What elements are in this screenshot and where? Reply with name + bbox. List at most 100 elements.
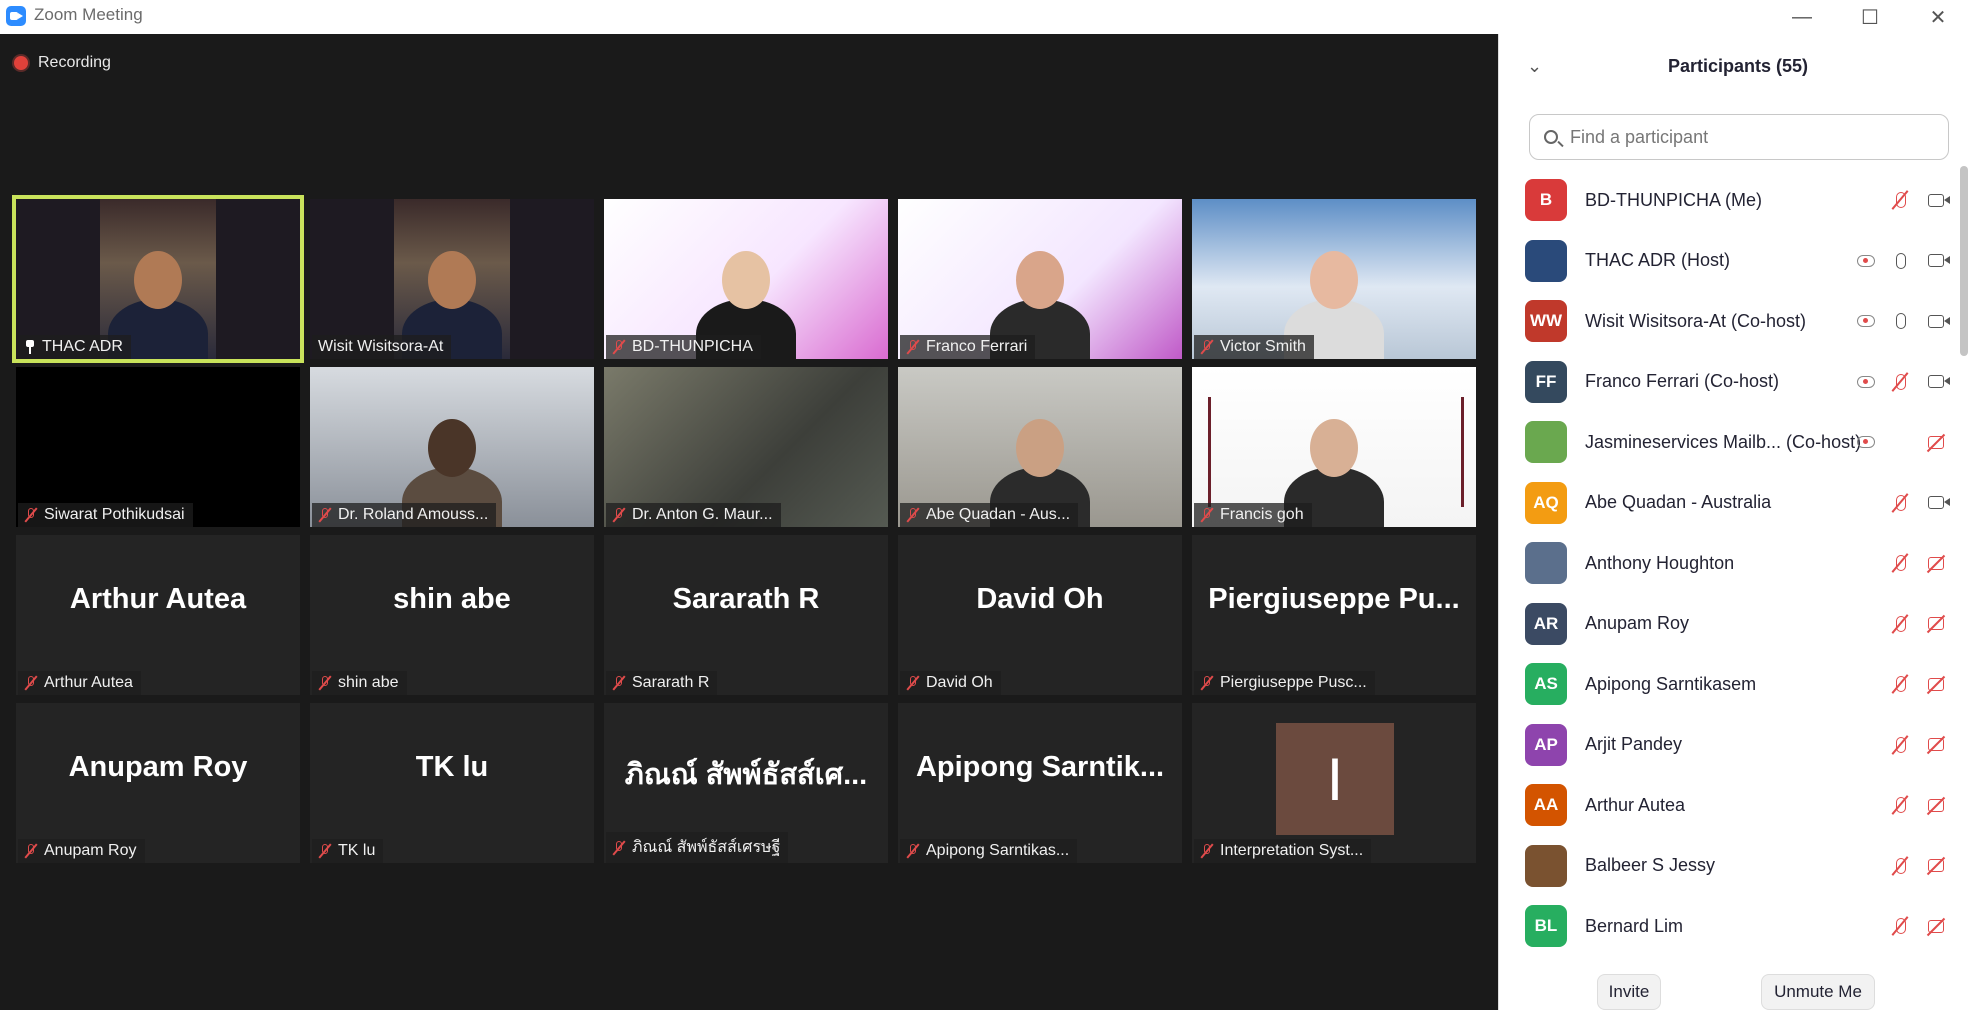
video-tile[interactable]: TK lu TK lu xyxy=(310,703,594,863)
video-tile[interactable]: I Interpretation Syst... xyxy=(1192,703,1476,863)
participant-name-label: Piergiuseppe Pusc... xyxy=(1194,671,1375,695)
video-tile[interactable]: David Oh David Oh xyxy=(898,535,1182,695)
mic-muted-icon[interactable] xyxy=(1888,792,1914,818)
video-tile[interactable]: shin abe shin abe xyxy=(310,535,594,695)
participant-row[interactable]: Balbeer S Jessy xyxy=(1499,836,1961,896)
avatar xyxy=(1525,844,1567,887)
mic-muted-icon[interactable] xyxy=(1888,369,1914,395)
mic-muted-icon[interactable] xyxy=(1888,732,1914,758)
video-tile[interactable]: Francis goh xyxy=(1192,367,1476,527)
participant-row[interactable]: AS Apipong Sarntikasem xyxy=(1499,654,1961,714)
video-off-icon[interactable] xyxy=(1923,913,1949,939)
video-camera-icon[interactable] xyxy=(1923,187,1950,213)
participant-name: Abe Quadan - Australia xyxy=(1585,492,1772,512)
video-off-icon[interactable] xyxy=(1923,732,1949,758)
participant-row[interactable]: THAC ADR (Host) xyxy=(1499,231,1961,291)
avatar: AA xyxy=(1525,784,1567,826)
video-tile[interactable]: Victor Smith xyxy=(1192,199,1476,359)
participant-row[interactable]: Jasmineservices Mailb... (Co-host) xyxy=(1499,412,1961,472)
video-tile[interactable]: Dr. Anton G. Maur... xyxy=(604,367,888,527)
search-input[interactable] xyxy=(1568,125,1932,149)
avatar xyxy=(1525,542,1567,584)
mic-muted-icon[interactable] xyxy=(1888,853,1914,879)
participant-row[interactable]: Anthony Houghton xyxy=(1499,533,1961,593)
mic-muted-icon xyxy=(1200,843,1214,859)
participant-search[interactable] xyxy=(1529,114,1949,160)
avatar: FF xyxy=(1525,360,1567,403)
participant-name-label: Sararath R xyxy=(606,671,718,695)
microphone-icon[interactable] xyxy=(1888,248,1914,274)
avatar: BL xyxy=(1525,905,1567,947)
participant-name-text: Anupam Roy xyxy=(44,842,137,859)
mic-muted-icon[interactable] xyxy=(1888,187,1914,213)
microphone-icon[interactable] xyxy=(1888,308,1914,334)
video-off-icon[interactable] xyxy=(1923,550,1949,576)
participant-row[interactable]: AP Arjit Pandey xyxy=(1499,715,1961,775)
avatar: B xyxy=(1525,179,1567,221)
video-camera-icon[interactable] xyxy=(1923,248,1950,274)
video-tile[interactable]: ภิณณ์ สัพพ์ธัสส์เศ... ภิณณ์ สัพพ์ธัสส์เศร… xyxy=(604,703,888,863)
participant-row[interactable]: AA Arthur Autea xyxy=(1499,775,1961,835)
mic-muted-icon xyxy=(612,675,626,691)
participant-name: THAC ADR (Host) xyxy=(1585,250,1731,270)
video-off-icon[interactable] xyxy=(1923,611,1949,637)
video-off-icon[interactable] xyxy=(1923,853,1949,879)
mic-muted-icon[interactable] xyxy=(1888,913,1914,939)
video-camera-icon[interactable] xyxy=(1923,369,1950,395)
video-tile[interactable]: Siwarat Pothikudsai xyxy=(16,367,300,527)
participant-row[interactable]: FF Franco Ferrari (Co-host) xyxy=(1499,352,1961,412)
participant-name-text: THAC ADR xyxy=(42,338,123,355)
participant-name-text: Interpretation Syst... xyxy=(1220,842,1364,859)
participant-name: Franco Ferrari (Co-host) xyxy=(1585,371,1780,391)
video-tile[interactable]: Franco Ferrari xyxy=(898,199,1182,359)
video-gallery: Recording THAC ADR Wisit Wisitsora-At BD-T… xyxy=(0,34,1498,1010)
video-tile[interactable]: Apipong Sarntik... Apipong Sarntikas... xyxy=(898,703,1182,863)
video-tile[interactable]: Arthur Autea Arthur Autea xyxy=(16,535,300,695)
mic-muted-icon[interactable] xyxy=(1888,490,1914,516)
participant-display-name: Sararath R xyxy=(672,583,820,615)
invite-button[interactable]: Invite xyxy=(1597,974,1661,1010)
participant-name: Bernard Lim xyxy=(1585,915,1684,936)
video-tile[interactable]: Anupam Roy Anupam Roy xyxy=(16,703,300,863)
recording-indicator[interactable]: Recording xyxy=(14,54,111,72)
title-bar: Zoom Meeting — ☐ ✕ xyxy=(0,0,1976,35)
minimize-button[interactable]: — xyxy=(1772,0,1832,34)
participant-name-label: Wisit Wisitsora-At xyxy=(312,335,452,359)
video-off-icon[interactable] xyxy=(1923,671,1949,697)
video-camera-icon[interactable] xyxy=(1923,490,1950,516)
participant-row[interactable]: AQ Abe Quadan - Australia xyxy=(1499,473,1961,533)
video-camera-icon[interactable] xyxy=(1923,308,1950,334)
video-tile[interactable]: Wisit Wisitsora-At xyxy=(310,199,594,359)
video-tile[interactable]: Dr. Roland Amouss... xyxy=(310,367,594,527)
video-off-icon[interactable] xyxy=(1923,429,1949,455)
participant-row[interactable]: B BD-THUNPICHA (Me) xyxy=(1499,170,1961,230)
participant-row[interactable]: BL Bernard Lim xyxy=(1499,896,1961,956)
unmute-me-button[interactable]: Unmute Me xyxy=(1761,974,1875,1010)
participant-display-name: David Oh xyxy=(976,583,1104,615)
video-off-icon[interactable] xyxy=(1923,792,1949,818)
video-tile[interactable]: THAC ADR xyxy=(12,195,304,363)
mic-muted-icon xyxy=(906,843,920,859)
participant-name-text: Sararath R xyxy=(632,674,710,691)
video-tile[interactable]: Piergiuseppe Pu... Piergiuseppe Pusc... xyxy=(1192,535,1476,695)
participant-list: B BD-THUNPICHA (Me) THAC ADR (Host) WW Wisit… xyxy=(1499,170,1961,970)
video-tile[interactable]: Sararath R Sararath R xyxy=(604,535,888,695)
participant-display-name: TK lu xyxy=(415,751,489,783)
mic-muted-icon[interactable] xyxy=(1888,611,1914,637)
mic-muted-icon xyxy=(906,339,920,355)
video-tile[interactable]: BD-THUNPICHA xyxy=(604,199,888,359)
avatar: AP xyxy=(1525,723,1567,766)
maximize-button[interactable]: ☐ xyxy=(1840,0,1900,34)
close-button[interactable]: ✕ xyxy=(1908,0,1968,34)
participant-row[interactable]: WW Wisit Wisitsora-At (Co-host) xyxy=(1499,291,1961,351)
mic-muted-icon[interactable] xyxy=(1888,671,1914,697)
participant-name-text: Francis goh xyxy=(1220,506,1304,523)
participant-row[interactable]: AR Anupam Roy xyxy=(1499,594,1961,654)
participant-name-text: Siwarat Pothikudsai xyxy=(44,506,185,523)
mic-muted-icon[interactable] xyxy=(1888,550,1914,576)
video-tile[interactable]: Abe Quadan - Aus... xyxy=(898,367,1182,527)
participant-name: Balbeer S Jessy xyxy=(1585,855,1716,875)
scrollbar[interactable] xyxy=(1960,166,1968,356)
participant-name-text: Apipong Sarntikas... xyxy=(926,842,1070,859)
participant-name-label: Apipong Sarntikas... xyxy=(900,839,1078,863)
